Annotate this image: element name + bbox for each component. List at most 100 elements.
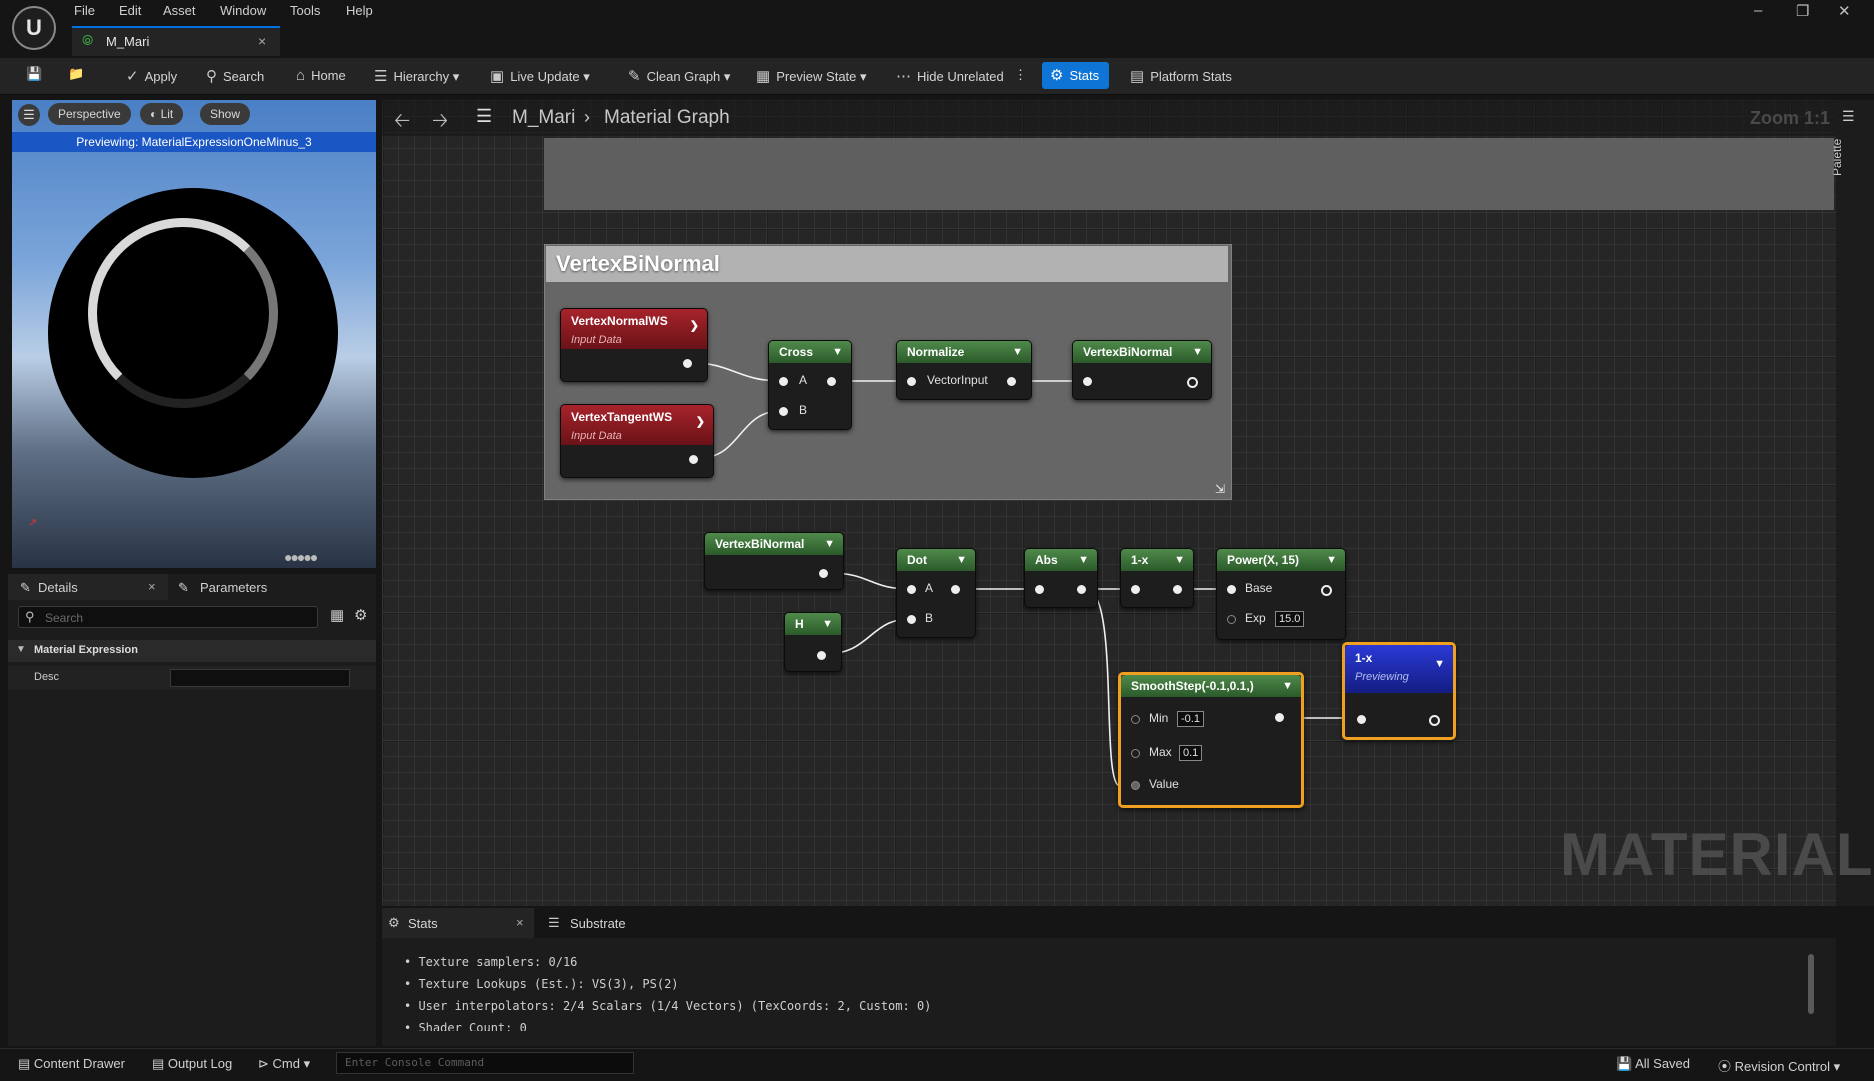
max-value-field[interactable]: 0.1 bbox=[1179, 745, 1203, 761]
input-pin[interactable] bbox=[1357, 715, 1366, 724]
pin-label-b: B bbox=[925, 611, 934, 625]
output-pin[interactable] bbox=[683, 359, 692, 368]
output-log-button[interactable]: ▤ Output Log bbox=[152, 1056, 232, 1072]
node-abs[interactable]: Abs ▼ bbox=[1024, 548, 1098, 608]
node-vertex-tangent-ws[interactable]: VertexTangentWS Input Data ❯ bbox=[560, 404, 714, 478]
input-pin-max[interactable] bbox=[1131, 749, 1140, 758]
stats-tab[interactable] bbox=[382, 908, 534, 938]
node-subtitle: Input Data bbox=[571, 430, 622, 442]
pin-label-a: A bbox=[799, 373, 808, 387]
node-power[interactable]: Power(X, 15) ▼ Base Exp 15.0 bbox=[1216, 548, 1346, 640]
chevron-down-icon[interactable]: ▼ bbox=[1174, 549, 1185, 571]
chevron-down-icon[interactable]: ▼ bbox=[1078, 549, 1089, 571]
pin-label-b: B bbox=[799, 403, 808, 417]
pin-label-vectorinput: VectorInput bbox=[927, 373, 988, 387]
input-pin-a[interactable] bbox=[907, 585, 916, 594]
node-h[interactable]: H ▼ bbox=[784, 612, 842, 672]
stat-line: • Texture samplers: 0/16 bbox=[404, 955, 578, 969]
node-title: VertexNormalWS bbox=[571, 314, 668, 328]
input-pin-base[interactable] bbox=[1227, 585, 1236, 594]
node-title: SmoothStep(-0.1,0.1,) bbox=[1131, 679, 1254, 693]
pin-label-min: Min bbox=[1149, 711, 1169, 725]
output-pin[interactable] bbox=[1275, 713, 1284, 722]
node-title: H bbox=[795, 617, 804, 631]
substrate-tab[interactable]: Substrate bbox=[570, 916, 626, 931]
output-pin[interactable] bbox=[1321, 585, 1332, 596]
content-drawer-button[interactable]: ▤ Content Drawer bbox=[18, 1056, 125, 1072]
input-pin-min[interactable] bbox=[1131, 715, 1140, 724]
input-pin-vectorinput[interactable] bbox=[907, 377, 916, 386]
input-pin[interactable] bbox=[1083, 377, 1092, 386]
output-pin[interactable] bbox=[1187, 377, 1198, 388]
output-pin[interactable] bbox=[827, 377, 836, 386]
pin-label-base: Base bbox=[1245, 581, 1273, 595]
node-title: Dot bbox=[907, 553, 927, 567]
node-title: 1-x bbox=[1131, 553, 1149, 567]
cmd-label: Cmd bbox=[272, 1056, 300, 1071]
chevron-down-icon[interactable]: ▼ bbox=[824, 533, 835, 555]
revision-control-icon: ⦿ bbox=[1718, 1059, 1735, 1074]
chevron-down-icon[interactable]: ❯ bbox=[696, 413, 705, 431]
chevron-down-icon[interactable]: ❯ bbox=[690, 317, 699, 335]
chevron-down-icon[interactable]: ▼ bbox=[956, 549, 967, 571]
output-pin[interactable] bbox=[1077, 585, 1086, 594]
node-vertex-normal-ws[interactable]: VertexNormalWS Input Data ❯ bbox=[560, 308, 708, 382]
input-pin-b[interactable] bbox=[779, 407, 788, 416]
output-pin[interactable] bbox=[1007, 377, 1016, 386]
input-pin[interactable] bbox=[1035, 585, 1044, 594]
chevron-down-icon[interactable]: ▼ bbox=[1012, 341, 1023, 363]
node-one-minus[interactable]: 1-x ▼ bbox=[1120, 548, 1194, 608]
node-normalize[interactable]: Normalize ▼ VectorInput bbox=[896, 340, 1032, 400]
node-title: Cross bbox=[779, 345, 814, 359]
input-pin-a[interactable] bbox=[779, 377, 788, 386]
pin-label-exp: Exp bbox=[1245, 611, 1266, 625]
pin-label-a: A bbox=[925, 581, 934, 595]
all-saved-label: All Saved bbox=[1635, 1056, 1691, 1071]
node-one-minus-previewing[interactable]: 1-x Previewing ▼ bbox=[1342, 642, 1456, 740]
chevron-down-icon[interactable]: ▼ bbox=[1434, 655, 1445, 673]
pin-label-max: Max bbox=[1149, 745, 1172, 759]
close-stats-icon[interactable]: × bbox=[516, 915, 524, 930]
input-pin-value[interactable] bbox=[1131, 781, 1140, 790]
stat-line: • Shader Count: 0 bbox=[404, 1021, 527, 1031]
node-vertex-binormal-named-reroute[interactable]: VertexBiNormal ▼ bbox=[704, 532, 844, 590]
substrate-tab-icon: ☰ bbox=[548, 915, 560, 930]
chevron-down-icon[interactable]: ▼ bbox=[1282, 675, 1293, 697]
node-cross[interactable]: Cross ▼ A B bbox=[768, 340, 852, 430]
node-vertex-binormal-output[interactable]: VertexBiNormal ▼ bbox=[1072, 340, 1212, 400]
input-pin-b[interactable] bbox=[907, 615, 916, 624]
node-subtitle: Previewing bbox=[1355, 671, 1409, 683]
input-pin[interactable] bbox=[1131, 585, 1140, 594]
output-pin[interactable] bbox=[1429, 715, 1440, 726]
node-title: VertexTangentWS bbox=[571, 410, 673, 424]
pin-label-value: Value bbox=[1149, 777, 1179, 791]
revision-control-label: Revision Control bbox=[1734, 1059, 1830, 1074]
chevron-down-icon[interactable]: ▼ bbox=[832, 341, 843, 363]
content-drawer-icon: ▤ bbox=[18, 1056, 34, 1071]
cmd-icon: ⊳ bbox=[258, 1056, 273, 1071]
cmd-dropdown[interactable]: ⊳ Cmd ▾ bbox=[258, 1056, 310, 1072]
output-log-icon: ▤ bbox=[152, 1056, 168, 1071]
chevron-down-icon[interactable]: ▼ bbox=[1192, 341, 1203, 363]
node-smoothstep[interactable]: SmoothStep(-0.1,0.1,) ▼ Min -0.1 Max 0.1 … bbox=[1118, 672, 1304, 808]
exp-value-field[interactable]: 15.0 bbox=[1275, 611, 1305, 627]
output-pin[interactable] bbox=[689, 455, 698, 464]
chevron-down-icon[interactable]: ▼ bbox=[822, 613, 833, 635]
output-pin[interactable] bbox=[817, 651, 826, 660]
output-pin[interactable] bbox=[819, 569, 828, 578]
node-subtitle: Input Data bbox=[571, 334, 622, 346]
min-value-field[interactable]: -0.1 bbox=[1177, 711, 1204, 727]
revision-control-button[interactable]: ⦿ Revision Control ▾ bbox=[1718, 1056, 1840, 1075]
output-pin[interactable] bbox=[1173, 585, 1182, 594]
input-pin-exp[interactable] bbox=[1227, 615, 1236, 624]
content-drawer-label: Content Drawer bbox=[33, 1056, 125, 1071]
node-title: VertexBiNormal bbox=[1083, 345, 1173, 359]
node-dot[interactable]: Dot ▼ A B bbox=[896, 548, 976, 638]
stat-line: • Texture Lookups (Est.): VS(3), PS(2) bbox=[404, 977, 679, 991]
output-pin[interactable] bbox=[951, 585, 960, 594]
stats-scrollbar[interactable] bbox=[1808, 954, 1814, 1014]
console-command-input[interactable]: Enter Console Command bbox=[336, 1052, 634, 1074]
node-title: Normalize bbox=[907, 345, 965, 359]
chevron-down-icon[interactable]: ▼ bbox=[1326, 549, 1337, 571]
all-saved-button[interactable]: 💾 All Saved bbox=[1616, 1056, 1690, 1072]
